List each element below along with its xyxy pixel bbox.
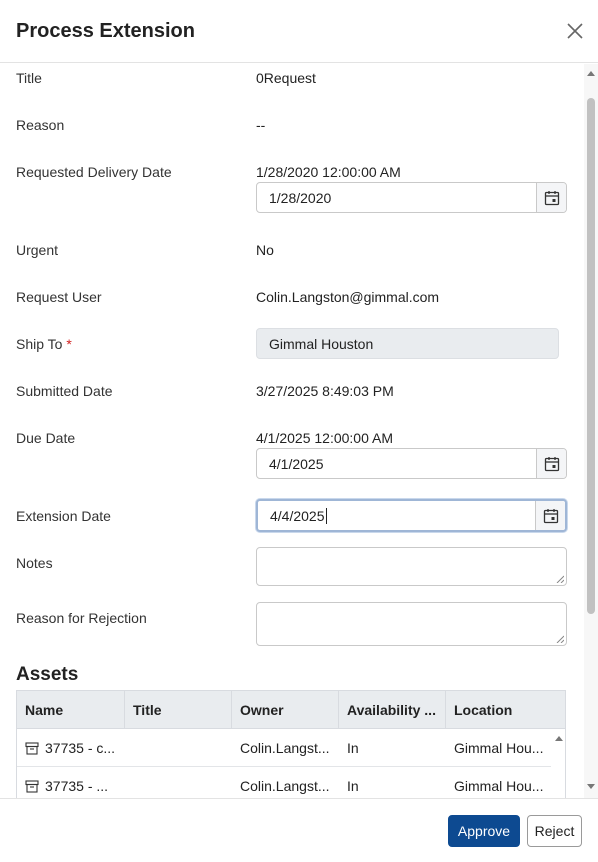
cell-title [125, 729, 232, 767]
notes-label: Notes [16, 555, 53, 571]
required-marker: * [66, 336, 72, 352]
resize-grip-icon[interactable] [556, 635, 564, 643]
column-header-location[interactable]: Location [446, 691, 565, 729]
cell-name-text: 37735 - ... [45, 778, 109, 794]
request-user-value: Colin.Langston@gimmal.com [256, 289, 440, 305]
cell-name: 37735 - c... [17, 729, 125, 767]
urgent-value: No [256, 242, 274, 258]
cell-availability: In [347, 740, 359, 756]
archive-box-icon [25, 742, 39, 755]
column-header-title[interactable]: Title [125, 691, 232, 729]
calendar-icon[interactable] [536, 449, 566, 478]
cell-name: 37735 - ... [17, 767, 125, 798]
ship-to-label-text: Ship To [16, 336, 63, 352]
dialog-body[interactable]: Title 0Request Reason -- Requested Deliv… [0, 64, 584, 798]
cell-title [125, 767, 232, 798]
dialog-header: Process Extension [0, 0, 598, 63]
cell-owner: Colin.Langst... [240, 740, 330, 756]
calendar-icon[interactable] [536, 183, 566, 212]
table-row[interactable]: 37735 - c... Colin.Langst... In Gimmal H… [17, 729, 551, 767]
grid-scrollbar[interactable] [553, 731, 565, 798]
column-header-name[interactable]: Name [17, 691, 125, 729]
ship-to-field: Gimmal Houston [256, 328, 559, 359]
submitted-date-label: Submitted Date [16, 383, 113, 399]
requested-delivery-date-input[interactable]: 1/28/2020 [256, 182, 567, 213]
ship-to-label: Ship To * [16, 336, 72, 352]
extension-date-text: 4/4/2025 [270, 508, 325, 524]
reason-for-rejection-textarea[interactable] [256, 602, 567, 646]
reason-value: -- [256, 117, 266, 133]
reason-label: Reason [16, 117, 65, 133]
notes-textarea[interactable] [256, 547, 567, 586]
scroll-up-arrow-icon[interactable] [553, 732, 565, 744]
extension-date-input-value: 4/4/2025 [270, 508, 327, 524]
reject-button[interactable]: Reject [527, 815, 582, 847]
ship-to-value: Gimmal Houston [269, 336, 374, 352]
submitted-date-value: 3/27/2025 8:49:03 PM [256, 383, 394, 399]
requested-delivery-date-input-value: 1/28/2020 [269, 190, 332, 206]
scrollbar-thumb[interactable] [587, 98, 595, 614]
due-date-value: 4/1/2025 12:00:00 AM [256, 430, 393, 446]
table-row[interactable]: 37735 - ... Colin.Langst... In Gimmal Ho… [17, 767, 551, 798]
cell-location: Gimmal Hou... [454, 778, 544, 794]
extension-date-label: Extension Date [16, 508, 111, 524]
dialog-scrollbar[interactable] [584, 64, 598, 798]
assets-grid-header: Name Title Owner Availability ... Locati… [17, 691, 565, 729]
dialog-footer: Approve Reject [0, 798, 598, 862]
cell-owner: Colin.Langst... [240, 778, 330, 794]
due-date-label: Due Date [16, 430, 76, 446]
scroll-down-arrow-icon[interactable] [587, 782, 595, 790]
title-value: 0Request [256, 70, 316, 86]
assets-grid: Name Title Owner Availability ... Locati… [16, 690, 566, 798]
scroll-up-arrow-icon[interactable] [587, 70, 595, 78]
text-caret [325, 508, 327, 524]
requested-delivery-date-label: Requested Delivery Date [16, 164, 172, 180]
reason-for-rejection-label: Reason for Rejection [16, 610, 147, 626]
archive-box-icon [25, 780, 39, 793]
due-date-input-value: 4/1/2025 [269, 456, 324, 472]
column-header-owner[interactable]: Owner [232, 691, 339, 729]
urgent-label: Urgent [16, 242, 59, 258]
close-icon[interactable] [564, 20, 586, 42]
request-user-label: Request User [16, 289, 102, 305]
calendar-icon[interactable] [535, 501, 565, 530]
title-label: Title [16, 70, 42, 86]
cell-location: Gimmal Hou... [454, 740, 544, 756]
approve-button[interactable]: Approve [448, 815, 520, 847]
due-date-input[interactable]: 4/1/2025 [256, 448, 567, 479]
dialog-title: Process Extension [16, 20, 195, 42]
column-header-availability[interactable]: Availability ... [339, 691, 446, 729]
cell-name-text: 37735 - c... [45, 740, 116, 756]
assets-section-title: Assets [16, 664, 79, 685]
cell-availability: In [347, 778, 359, 794]
requested-delivery-date-value: 1/28/2020 12:00:00 AM [256, 164, 401, 180]
extension-date-input[interactable]: 4/4/2025 [256, 499, 567, 532]
resize-grip-icon[interactable] [556, 575, 564, 583]
